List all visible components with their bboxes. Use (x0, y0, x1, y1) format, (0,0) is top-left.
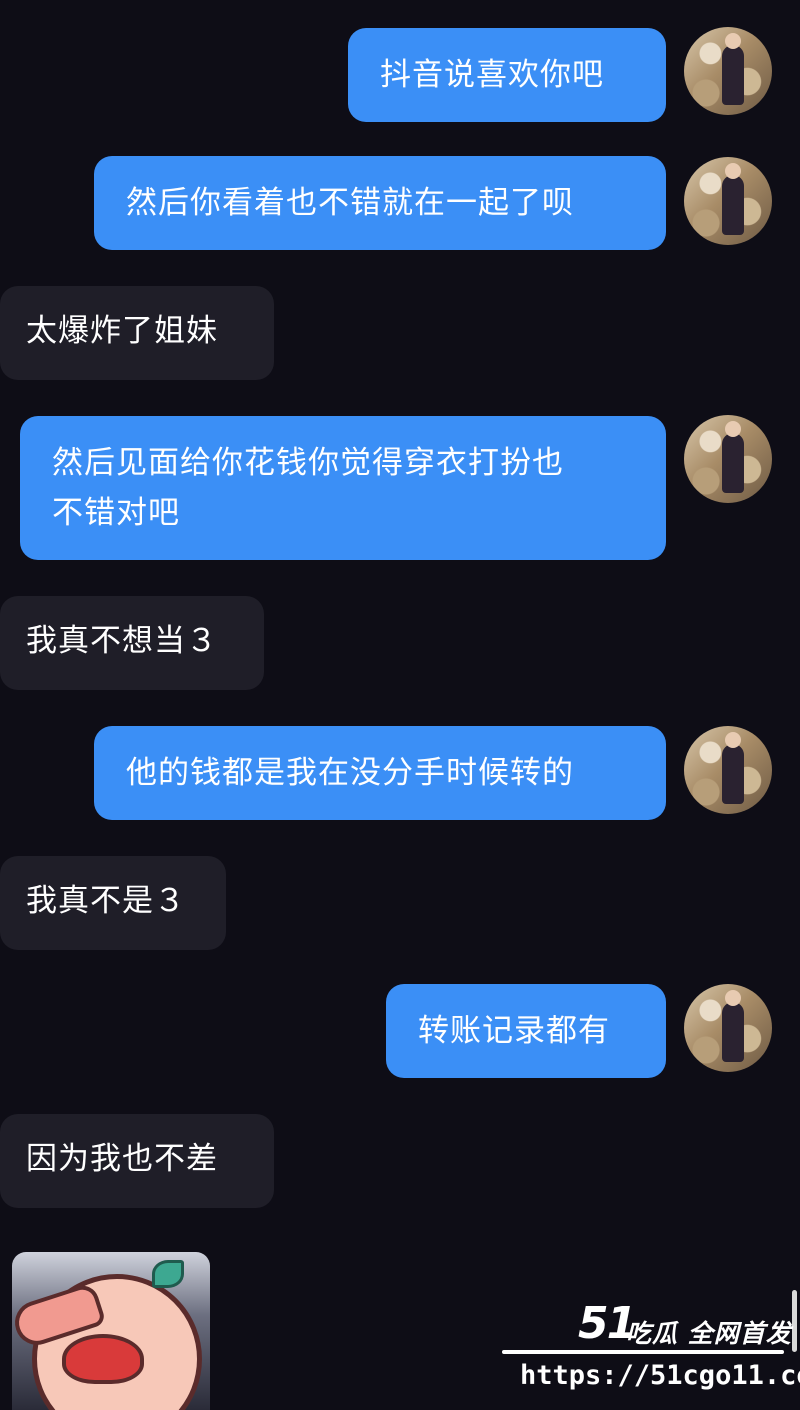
user-avatar[interactable] (684, 415, 772, 503)
message-bubble-sent[interactable]: 抖音说喜欢你吧 (348, 28, 666, 122)
user-avatar[interactable] (684, 984, 772, 1072)
message-bubble-sent[interactable]: 转账记录都有 (386, 984, 666, 1078)
message-bubble-sent[interactable]: 然后见面给你花钱你觉得穿衣打扮也 不错对吧 (20, 416, 666, 560)
avatar-figure (722, 990, 744, 1062)
user-avatar[interactable] (684, 726, 772, 814)
message-bubble-sent[interactable]: 他的钱都是我在没分手时候转的 (94, 726, 666, 820)
scrollbar[interactable] (792, 1290, 797, 1352)
user-avatar[interactable] (684, 157, 772, 245)
avatar-figure (722, 732, 744, 804)
watermark-url: https://51cgo11.com (520, 1360, 800, 1391)
sticker-leaf-icon (152, 1260, 184, 1288)
message-bubble-received[interactable]: 太爆炸了姐妹 (0, 286, 274, 380)
avatar-figure (722, 163, 744, 235)
user-avatar[interactable] (684, 27, 772, 115)
avatar-figure (722, 421, 744, 493)
watermark-brand-text: 吃瓜 全网首发 (626, 1319, 792, 1348)
sticker-mouth (62, 1334, 144, 1384)
message-bubble-received[interactable]: 我真不是３ (0, 856, 226, 950)
sticker-message[interactable] (12, 1252, 210, 1410)
avatar-figure (722, 33, 744, 105)
message-bubble-sent[interactable]: 然后你看着也不错就在一起了呗 (94, 156, 666, 250)
watermark-divider (502, 1350, 784, 1354)
message-bubble-received[interactable]: 因为我也不差 (0, 1114, 274, 1208)
message-bubble-received[interactable]: 我真不想当３ (0, 596, 264, 690)
